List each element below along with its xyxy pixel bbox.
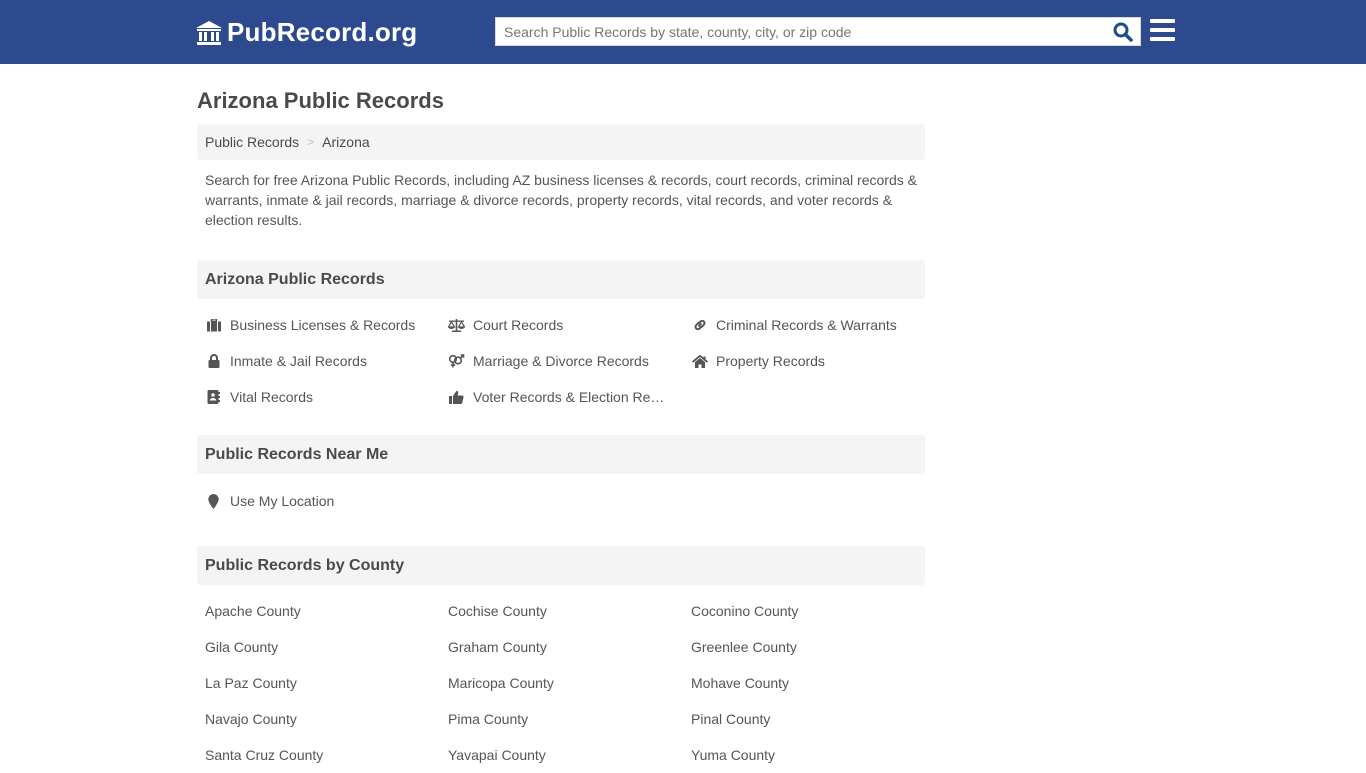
county-link[interactable]: Coconino County xyxy=(691,593,933,629)
main-content: Arizona Public Records Public Records > … xyxy=(197,64,925,773)
link-criminal-records[interactable]: Criminal Records & Warrants xyxy=(691,307,933,343)
use-my-location-link[interactable]: Use My Location xyxy=(205,483,448,519)
gender-icon xyxy=(448,354,465,368)
link-label: Property Records xyxy=(716,353,825,369)
thumbs-up-icon xyxy=(448,390,465,404)
link-voter-records[interactable]: Voter Records & Election Results xyxy=(448,379,691,415)
courthouse-icon xyxy=(195,19,223,47)
home-icon xyxy=(691,354,708,368)
link-icon xyxy=(691,318,708,332)
records-section: Arizona Public Records Business Licenses… xyxy=(197,260,925,415)
link-label: Court Records xyxy=(473,317,564,333)
county-link[interactable]: Maricopa County xyxy=(448,665,691,701)
near-me-section: Public Records Near Me Use My Location xyxy=(197,435,925,519)
county-grid: Apache County Cochise County Coconino Co… xyxy=(197,585,925,773)
link-label: Use My Location xyxy=(230,493,335,509)
county-section: Public Records by County Apache County C… xyxy=(197,546,925,773)
breadcrumb-public-records[interactable]: Public Records xyxy=(205,134,299,150)
address-book-icon xyxy=(205,390,222,404)
section-heading: Arizona Public Records xyxy=(197,260,925,299)
link-marriage-divorce[interactable]: Marriage & Divorce Records xyxy=(448,343,691,379)
county-link[interactable]: Greenlee County xyxy=(691,629,933,665)
page-title: Arizona Public Records xyxy=(197,88,444,113)
top-navigation-bar: PubRecord.org xyxy=(0,0,1366,64)
link-label: Voter Records & Election Results xyxy=(473,389,671,405)
link-vital-records[interactable]: Vital Records xyxy=(205,379,448,415)
lock-icon xyxy=(205,354,222,368)
link-property-records[interactable]: Property Records xyxy=(691,343,933,379)
briefcase-icon xyxy=(205,318,222,332)
county-link[interactable]: Cochise County xyxy=(448,593,691,629)
county-link[interactable]: Apache County xyxy=(205,593,448,629)
link-label: Vital Records xyxy=(230,389,314,405)
county-link[interactable]: Pinal County xyxy=(691,701,933,737)
link-inmate-records[interactable]: Inmate & Jail Records xyxy=(205,343,448,379)
link-business-licenses[interactable]: Business Licenses & Records xyxy=(205,307,448,343)
county-link[interactable]: Graham County xyxy=(448,629,691,665)
county-link[interactable]: Navajo County xyxy=(205,701,448,737)
near-me-grid: Use My Location xyxy=(197,474,925,519)
site-logo[interactable]: PubRecord.org xyxy=(195,17,417,48)
link-label: Business Licenses & Records xyxy=(230,317,416,333)
scales-icon xyxy=(448,318,465,332)
hamburger-menu-icon[interactable] xyxy=(1150,19,1175,43)
search-input[interactable] xyxy=(496,18,1096,45)
county-link[interactable]: Gila County xyxy=(205,629,448,665)
link-label: Inmate & Jail Records xyxy=(230,353,367,369)
search-bar xyxy=(495,17,1141,46)
records-grid: Business Licenses & Records Court Record… xyxy=(197,299,925,415)
search-icon[interactable] xyxy=(1112,21,1134,43)
link-label: Marriage & Divorce Records xyxy=(473,353,649,369)
page-description: Search for free Arizona Public Records, … xyxy=(205,172,917,228)
link-court-records[interactable]: Court Records xyxy=(448,307,691,343)
map-marker-icon xyxy=(205,493,222,509)
breadcrumb: Public Records > Arizona xyxy=(197,124,925,160)
breadcrumb-arizona[interactable]: Arizona xyxy=(322,134,369,150)
county-link[interactable]: La Paz County xyxy=(205,665,448,701)
breadcrumb-separator: > xyxy=(307,135,315,149)
county-link[interactable]: Mohave County xyxy=(691,665,933,701)
section-heading: Public Records Near Me xyxy=(197,435,925,474)
link-label: Criminal Records & Warrants xyxy=(716,317,897,333)
site-name: PubRecord.org xyxy=(227,17,418,47)
county-link[interactable]: Pima County xyxy=(448,701,691,737)
section-heading: Public Records by County xyxy=(197,546,925,585)
